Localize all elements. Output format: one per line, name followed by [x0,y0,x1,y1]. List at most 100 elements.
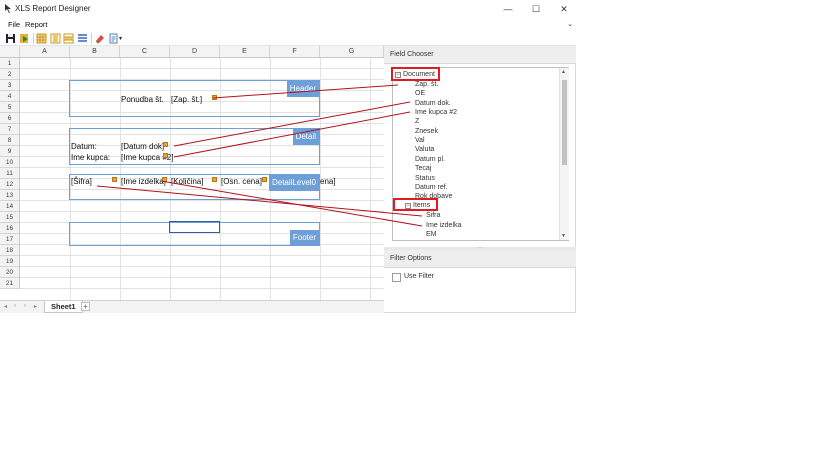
close-icon[interactable]: ✕ [550,0,578,18]
next-sheet-icon[interactable]: › [24,303,26,309]
row-header[interactable]: 5 [0,102,20,113]
row-header[interactable]: 8 [0,135,20,146]
tree-field[interactable]: Datum pl. [415,155,445,164]
row-header[interactable]: 10 [0,157,20,168]
detail-band-label[interactable]: Detail [292,129,319,145]
grid-line [370,58,371,300]
cell-g11[interactable]: ena] [320,176,336,187]
tree-field[interactable]: Ime izdelka [426,221,461,230]
corner-header[interactable] [0,46,20,58]
menu-report[interactable]: Report [25,20,48,29]
column-header[interactable]: A [20,46,70,58]
field-marker-icon[interactable] [212,95,217,100]
scrollbar-thumb[interactable] [562,80,567,165]
minimize-icon[interactable]: — [494,0,522,18]
cell-b9[interactable]: Ime kupca: [71,152,110,163]
field-marker-icon[interactable] [162,177,167,182]
row-header[interactable]: 4 [0,91,20,102]
maximize-icon[interactable]: ☐ [522,0,550,18]
row-header[interactable]: 15 [0,212,20,223]
row-header[interactable]: 19 [0,256,20,267]
tree-field[interactable]: Ime kupca #2 [415,108,457,117]
column-header[interactable]: G [320,46,384,58]
tree-field[interactable]: Datum dok. [415,99,451,108]
tree-field[interactable]: Status [415,174,435,183]
tree-field[interactable]: Tecaj [415,164,431,173]
cell-e11[interactable]: [Osn. cena] [221,176,262,187]
field-marker-icon[interactable] [163,153,168,158]
row-header[interactable]: 1 [0,58,20,69]
first-sheet-icon[interactable]: ◂ [4,303,7,310]
cell-b8[interactable]: Datum: [71,141,97,152]
tree-scrollbar[interactable]: ▲ ▼ [559,68,569,240]
scroll-up-icon[interactable]: ▲ [561,69,566,75]
chevron-down-icon[interactable]: ⌄ [567,20,573,28]
column-header[interactable]: C [120,46,170,58]
column-header[interactable]: D [170,46,220,58]
add-sheet-icon[interactable]: + [81,302,90,311]
selected-cell[interactable] [169,221,220,233]
row-header[interactable]: 20 [0,267,20,278]
grid-line [20,123,384,124]
column-header[interactable]: F [270,46,320,58]
tree-field[interactable]: Datum ref. [415,183,448,192]
column-header[interactable]: B [70,46,120,58]
cell-c11[interactable]: [Ime izdelka] [121,176,166,187]
row-header[interactable]: 2 [0,69,20,80]
sheet-tab-sheet1[interactable]: Sheet1 [44,301,83,313]
field-marker-icon[interactable] [112,177,117,182]
chevron-down-icon[interactable]: ▾ [119,35,130,46]
tree-field[interactable]: Šifra [426,211,440,220]
preview-icon[interactable] [19,33,30,44]
use-filter-checkbox[interactable] [392,273,401,282]
toolbar: ▾ [0,31,576,46]
row-header[interactable]: 9 [0,146,20,157]
tree-field[interactable]: OE [415,89,425,98]
row-header[interactable]: 3 [0,80,20,91]
last-sheet-icon[interactable]: ▸ [34,303,37,310]
detail-level-band-label[interactable]: DetailLevel0 [268,175,319,191]
cell-c8[interactable]: [Datum dok] [121,141,164,152]
scroll-down-icon[interactable]: ▼ [561,233,566,239]
grid-icon[interactable] [36,33,47,44]
tree-field[interactable]: Zap. št. [415,80,438,89]
tree-field[interactable]: Valuta [415,145,434,154]
field-marker-icon[interactable] [262,177,267,182]
document-icon[interactable] [108,33,119,44]
tree-field[interactable]: Val [415,136,425,145]
row-header[interactable]: 7 [0,124,20,135]
filter-options-title: Filter Options [384,250,576,268]
row-header[interactable]: 17 [0,234,20,245]
save-icon[interactable] [5,33,16,44]
tree-field[interactable]: Znesek [415,127,438,136]
row-header[interactable]: 12 [0,179,20,190]
cell-b11[interactable]: [Šifra] [71,176,92,187]
prev-sheet-icon[interactable]: ‹ [14,303,16,309]
field-marker-icon[interactable] [163,142,168,147]
spreadsheet-grid[interactable]: A B C D E F G 1 2 3 4 5 6 7 8 9 10 11 12 13 14 15 16 17 1… [0,46,384,300]
eraser-icon[interactable] [94,33,105,44]
header-band-label[interactable]: Header [286,81,319,97]
row-header[interactable]: 14 [0,201,20,212]
cell-d4[interactable]: [Zap. št.] [171,94,202,105]
column-header[interactable]: E [220,46,270,58]
grid-rows-icon[interactable] [63,33,74,44]
field-chooser-tree[interactable]: − Document Zap. št. OE Datum dok. Ime kupca … [392,67,569,241]
row-header[interactable]: 21 [0,278,20,289]
grid-line [20,266,384,267]
row-header[interactable]: 13 [0,190,20,201]
row-header[interactable]: 18 [0,245,20,256]
menu-file[interactable]: File [8,20,20,29]
field-marker-icon[interactable] [212,177,217,182]
row-header[interactable]: 6 [0,113,20,124]
cell-c4[interactable]: Ponudba št. [121,94,164,105]
footer-band-label[interactable]: Footer [289,230,319,246]
title-bar: XLS Report Designer — ☐ ✕ [0,0,576,18]
band-icon[interactable] [77,33,88,44]
grid-columns-icon[interactable] [50,33,61,44]
tree-field[interactable]: Z [415,117,419,126]
tree-field[interactable]: EM [426,230,437,239]
row-header[interactable]: 16 [0,223,20,234]
row-header[interactable]: 11 [0,168,20,179]
cell-d11[interactable]: [Količina] [171,176,203,187]
